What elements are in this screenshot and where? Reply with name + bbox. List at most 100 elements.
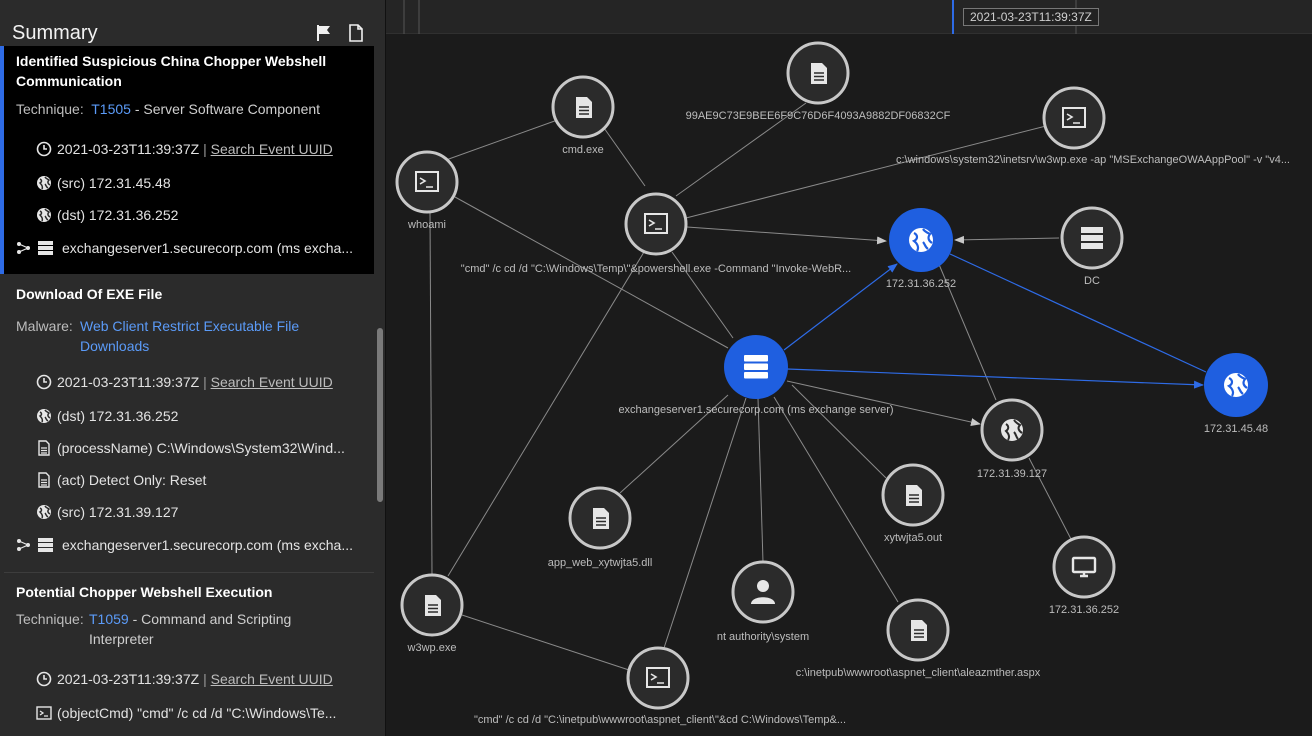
- globe-icon: [37, 176, 51, 190]
- technique-name: - Server Software Component: [134, 101, 321, 117]
- card-title: Identified Suspicious China Chopper Webs…: [16, 53, 327, 89]
- globe-icon: [37, 208, 51, 222]
- graph-node-cmd-exe[interactable]: cmd.exe: [551, 75, 615, 156]
- graph-node-ip-172-31-39-127[interactable]: 172.31.39.127: [977, 398, 1047, 480]
- event-time: 2021-03-23T11:39:37Z: [57, 671, 200, 687]
- card-title: Potential Chopper Webshell Execution: [16, 584, 273, 600]
- malware-row: Malware:: [16, 316, 73, 336]
- node-label: "cmd" /c cd /d "C:\inetpub\wwwroot\aspne…: [474, 714, 846, 726]
- file-icon: [593, 508, 609, 529]
- graph-node-app-web-dll[interactable]: app_web_xytwjta5.dll: [548, 486, 653, 569]
- graph-node-aspnet-cmd[interactable]: "cmd" /c cd /d "C:\inetpub\wwwroot\aspne…: [474, 646, 846, 726]
- event-time: 2021-03-23T11:39:37Z: [57, 374, 200, 390]
- malware-name-line1[interactable]: Web Client Restrict Executable File: [80, 316, 299, 336]
- server-icon: [1081, 227, 1103, 249]
- edge: [954, 235, 1060, 244]
- edge: [461, 614, 630, 671]
- objectcmd-row: (objectCmd) "cmd" /c cd /d "C:\Windows\T…: [36, 703, 356, 723]
- dst-row: (dst) 172.31.36.252: [36, 406, 356, 426]
- search-event-uuid-link[interactable]: Search Event UUID: [211, 141, 333, 157]
- technique-id-link[interactable]: T1505: [91, 101, 131, 117]
- node-label: cmd.exe: [562, 144, 604, 156]
- malware-link[interactable]: Web Client Restrict Executable File Down…: [80, 316, 299, 356]
- node-label: "cmd" /c cd /d "C:\Windows\Temp\"&powers…: [461, 263, 851, 275]
- object-cmd: (objectCmd) "cmd" /c cd /d "C:\Windows\T…: [57, 705, 337, 721]
- alert-card-china-chopper-communication[interactable]: Identified Suspicious China Chopper Webs…: [4, 46, 374, 274]
- src-row: (src) 172.31.39.127: [36, 502, 356, 522]
- technique-label: Technique:: [16, 611, 84, 627]
- card-divider: [4, 572, 374, 573]
- time-row: 2021-03-23T11:39:37Z | Search Event UUID: [36, 139, 356, 159]
- node-label: 172.31.39.127: [977, 468, 1047, 480]
- technique-id-link[interactable]: T1059: [89, 611, 129, 627]
- card-title: Download Of EXE File: [16, 286, 163, 302]
- process-row: (processName) C:\Windows\System32\Wind..…: [36, 438, 356, 458]
- file-icon: [425, 595, 441, 616]
- host-row: exchangeserver1.securecorp.com (ms excha…: [16, 535, 354, 555]
- file-icon: [906, 485, 922, 506]
- edge: [685, 125, 1047, 219]
- alert-card-download-exe[interactable]: Download Of EXE File Malware: Web Client…: [4, 276, 374, 572]
- file-icon: [38, 440, 50, 456]
- document-icon[interactable]: [347, 24, 365, 42]
- node-label: 172.31.45.48: [1204, 423, 1268, 435]
- graph-canvas: 99AE9C73E9BEE6F9C76D6F4093A9882DF06832CF…: [395, 41, 1290, 726]
- globe-icon: [37, 505, 51, 519]
- globe-icon: [37, 409, 51, 423]
- node-label: w3wp.exe: [407, 642, 457, 654]
- node-label: c:\windows\system32\inetsrv\w3wp.exe -ap…: [896, 154, 1290, 166]
- graph-node-whoami[interactable]: whoami: [395, 150, 459, 231]
- file-icon: [576, 97, 592, 118]
- edge: [949, 253, 1207, 373]
- graph-node-dc[interactable]: DC: [1060, 206, 1124, 287]
- edge: [773, 396, 899, 603]
- act-value: (act) Detect Only: Reset: [57, 472, 207, 488]
- file-icon: [811, 63, 827, 84]
- graph-node-ip-172-31-45-48[interactable]: 172.31.45.48: [1204, 353, 1268, 435]
- edge: [686, 226, 887, 245]
- graph-node-hash[interactable]: 99AE9C73E9BEE6F9C76D6F4093A9882DF06832CF: [686, 41, 951, 122]
- summary-panel: Summary Identified Suspicious China Chop…: [0, 0, 385, 736]
- graph-node-aspx-file[interactable]: c:\inetpub\wwwroot\aspnet_client\aleazmt…: [796, 598, 1041, 679]
- graph-node-host-172-31-36-252[interactable]: 172.31.36.252: [1049, 535, 1119, 616]
- alert-card-chopper-execution[interactable]: Potential Chopper Webshell Execution Tec…: [4, 574, 374, 736]
- node-label: xytwjta5.out: [884, 532, 942, 544]
- edge: [791, 384, 887, 479]
- separator: |: [203, 671, 207, 687]
- node-label: app_web_xytwjta5.dll: [548, 557, 653, 569]
- graph-node-exchange-server[interactable]: exchangeserver1.securecorp.com (ms excha…: [618, 335, 894, 416]
- graph-node-ip-172-31-36-252[interactable]: 172.31.36.252: [886, 208, 956, 290]
- separator: |: [203, 374, 207, 390]
- graph-node-w3wp-exe[interactable]: w3wp.exe: [400, 573, 464, 654]
- node-label: 172.31.36.252: [886, 278, 956, 290]
- edge: [757, 397, 764, 563]
- edge: [783, 263, 898, 351]
- search-event-uuid-link[interactable]: Search Event UUID: [211, 671, 333, 687]
- technique-row: Technique:: [16, 609, 84, 629]
- malware-name-line2[interactable]: Downloads: [80, 336, 299, 356]
- technique-row: Technique: T1505 - Server Software Compo…: [16, 99, 320, 119]
- technique-label: Technique:: [16, 101, 84, 117]
- summary-title: Summary: [12, 22, 98, 44]
- globe-icon: [1224, 373, 1248, 397]
- edge: [786, 368, 1204, 389]
- graph-node-out-file[interactable]: xytwjta5.out: [881, 463, 945, 544]
- host-name: exchangeserver1.securecorp.com (ms excha…: [62, 537, 354, 553]
- graph-node-w3wp-commandline[interactable]: c:\windows\system32\inetsrv\w3wp.exe -ap…: [896, 86, 1290, 166]
- technique-value: T1059 - Command and Scripting Interprete…: [89, 609, 291, 649]
- edge: [786, 380, 981, 426]
- src-ip: (src) 172.31.39.127: [57, 504, 179, 520]
- separator: |: [203, 141, 207, 157]
- graph-node-nt-authority[interactable]: nt authority\system: [717, 560, 809, 643]
- technique-name-line2: Interpreter: [89, 631, 154, 647]
- time-row: 2021-03-23T11:39:37Z | Search Event UUID: [36, 372, 356, 392]
- relationship-graph[interactable]: 2021-03-23T11:39:37Z 99AE9C73E9BEE6F9C76…: [386, 0, 1312, 736]
- sidebar-scrollbar[interactable]: [377, 328, 383, 502]
- search-event-uuid-link[interactable]: Search Event UUID: [211, 374, 333, 390]
- globe-icon: [1001, 419, 1023, 441]
- act-row: (act) Detect Only: Reset: [36, 470, 356, 490]
- node-label: c:\inetpub\wwwroot\aspnet_client\aleazmt…: [796, 667, 1041, 679]
- node-label: 172.31.36.252: [1049, 604, 1119, 616]
- clock-icon: [36, 374, 52, 390]
- flag-icon[interactable]: [315, 24, 333, 42]
